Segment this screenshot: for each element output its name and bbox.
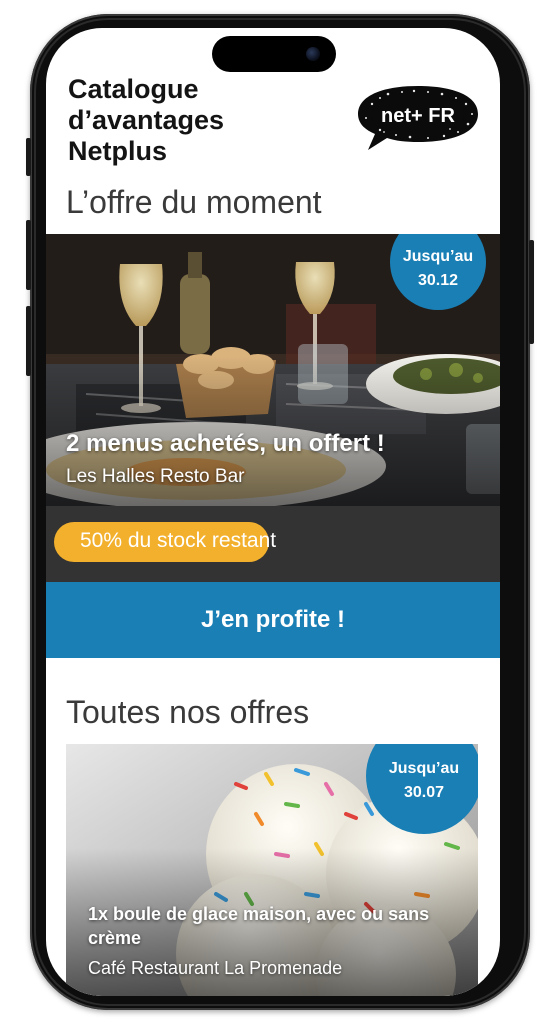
volume-up-button [26,220,31,290]
featured-offer-card[interactable]: Jusqu’au 30.12 2 menus achetés, un offer… [46,234,500,506]
badge-label: Jusqu’au [402,248,474,265]
featured-offer-venue: Les Halles Resto Bar [66,466,245,487]
page-title: Catalogue d’avantages Netplus [68,74,225,166]
camera-icon [306,47,320,61]
volume-down-button [26,306,31,376]
featured-offer-title: 2 menus achetés, un offert ! [66,430,385,457]
offer-venue: Café Restaurant La Promenade [88,958,343,978]
power-button [529,240,534,344]
claim-offer-button[interactable]: J’en profite ! [46,582,500,658]
badge-date: 30.12 [417,272,459,289]
offer-badge-label: Jusqu’au [388,760,460,777]
netplus-fr-logo: net+ FR [358,86,478,150]
dynamic-island [212,36,336,72]
stock-progress-bar: 50% du stock restant [46,506,500,582]
app-screen: Catalogue d’avantages Netplus net+ FR L’… [46,28,500,996]
featured-section-title: L’offre du moment [66,184,322,220]
offer-title: 1x boule de glace maison, avec ou sans c… [88,904,430,948]
offer-badge-date: 30.07 [403,784,445,801]
logo-text: net+ FR [381,105,455,127]
action-button [26,138,31,176]
all-offers-section-title: Toutes nos offres [66,694,310,730]
offer-card[interactable]: Jusqu’au 30.07 1x boule de glace maison,… [66,744,478,996]
stock-label: 50% du stock restant [80,529,277,552]
